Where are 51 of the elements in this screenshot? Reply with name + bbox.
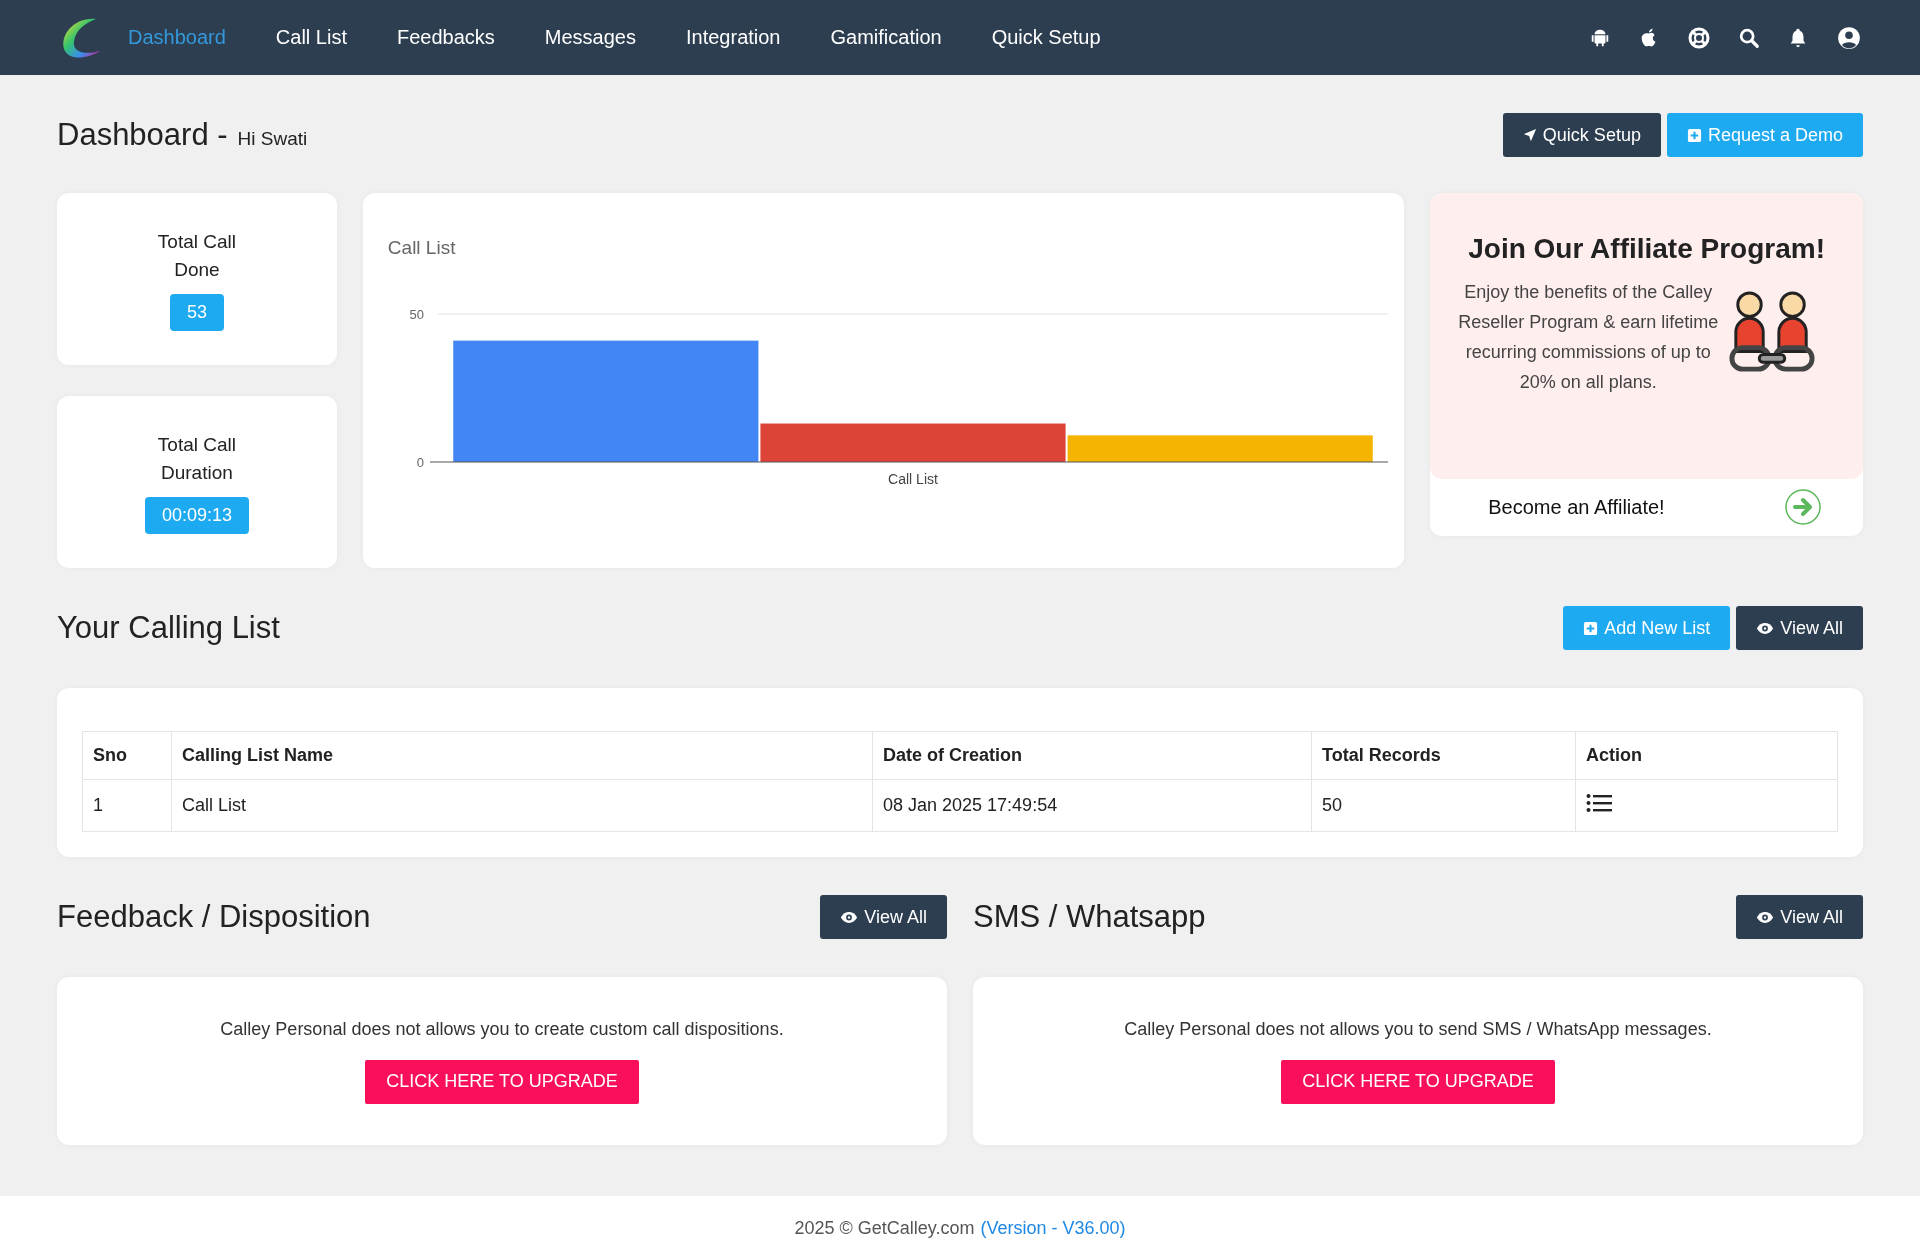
nav-link[interactable]: Quick Setup xyxy=(991,26,1101,49)
column-header: Calling List Name xyxy=(171,731,873,780)
table-cell: 08 Jan 2025 17:49:54 xyxy=(872,779,1312,832)
version-link[interactable]: (Version - V36.00) xyxy=(980,1217,1126,1239)
nav-link[interactable]: Integration xyxy=(686,26,781,49)
page-title: Dashboard - xyxy=(57,117,228,153)
section-title: Feedback / Disposition xyxy=(57,899,371,935)
plus-square-icon xyxy=(1583,620,1599,636)
affiliate-description: Enjoy the benefits of the Calley Reseller Program & earn lifetime recurring commissions of up to 20% on all plans. xyxy=(1457,281,1720,394)
list-icon[interactable] xyxy=(1586,793,1612,813)
eye-icon xyxy=(840,910,859,924)
upgrade-button[interactable]: CLICK HERE TO UPGRADE xyxy=(365,1059,639,1104)
table-cell: Call List xyxy=(171,779,873,832)
column-header: Sno xyxy=(82,731,172,780)
column-header: Total Records xyxy=(1311,731,1576,780)
y-axis-tick-label: 0 xyxy=(416,455,424,470)
copyright-text: 2025 © GetCalley.com xyxy=(794,1217,975,1239)
view-all-button[interactable]: View All xyxy=(1736,895,1863,939)
eye-icon xyxy=(1756,910,1775,924)
lifebuoy-icon[interactable] xyxy=(1687,25,1711,50)
table-cell: 50 xyxy=(1311,779,1576,832)
stat-value-badge: 00:09:13 xyxy=(144,496,249,534)
column-header: Action xyxy=(1575,731,1838,780)
send-icon xyxy=(1522,128,1537,142)
greeting-text: Hi Swati xyxy=(237,128,308,150)
stat-label: Total Call Duration xyxy=(156,432,237,485)
table-cell: 1 xyxy=(82,779,172,832)
view-all-button[interactable]: View All xyxy=(820,895,947,939)
x-axis-label: Call List xyxy=(887,471,938,487)
quick-setup-button[interactable]: Quick Setup xyxy=(1502,113,1661,157)
plus-square-icon xyxy=(1686,127,1702,143)
search-icon[interactable] xyxy=(1738,26,1760,49)
stat-value-badge: 53 xyxy=(169,293,224,331)
affiliate-title: Join Our Affiliate Program! xyxy=(1467,233,1826,265)
user-icon[interactable] xyxy=(1836,24,1862,51)
become-affiliate-link[interactable]: Become an Affiliate! xyxy=(1488,495,1665,519)
upgrade-message: Calley Personal does not allows you to send SMS / WhatsApp messages. xyxy=(1124,1018,1712,1040)
y-axis-tick-label: 50 xyxy=(409,307,424,322)
upgrade-button[interactable]: CLICK HERE TO UPGRADE xyxy=(1281,1059,1555,1104)
column-header: Date of Creation xyxy=(872,731,1312,780)
nav-link[interactable]: Gamification xyxy=(830,26,942,49)
section-title: SMS / Whatsapp xyxy=(973,899,1206,935)
view-all-button[interactable]: View All xyxy=(1736,606,1863,650)
nav-link[interactable]: Messages xyxy=(544,26,636,49)
stat-label: Total Call Done xyxy=(156,229,237,282)
nav-link[interactable]: Feedbacks xyxy=(397,26,495,49)
upgrade-message: Calley Personal does not allows you to create custom call dispositions. xyxy=(220,1018,784,1040)
chart-title: Call List xyxy=(387,237,457,259)
section-title: Your Calling List xyxy=(57,610,280,646)
nav-link[interactable]: Call List xyxy=(275,26,347,49)
eye-icon xyxy=(1756,621,1775,635)
